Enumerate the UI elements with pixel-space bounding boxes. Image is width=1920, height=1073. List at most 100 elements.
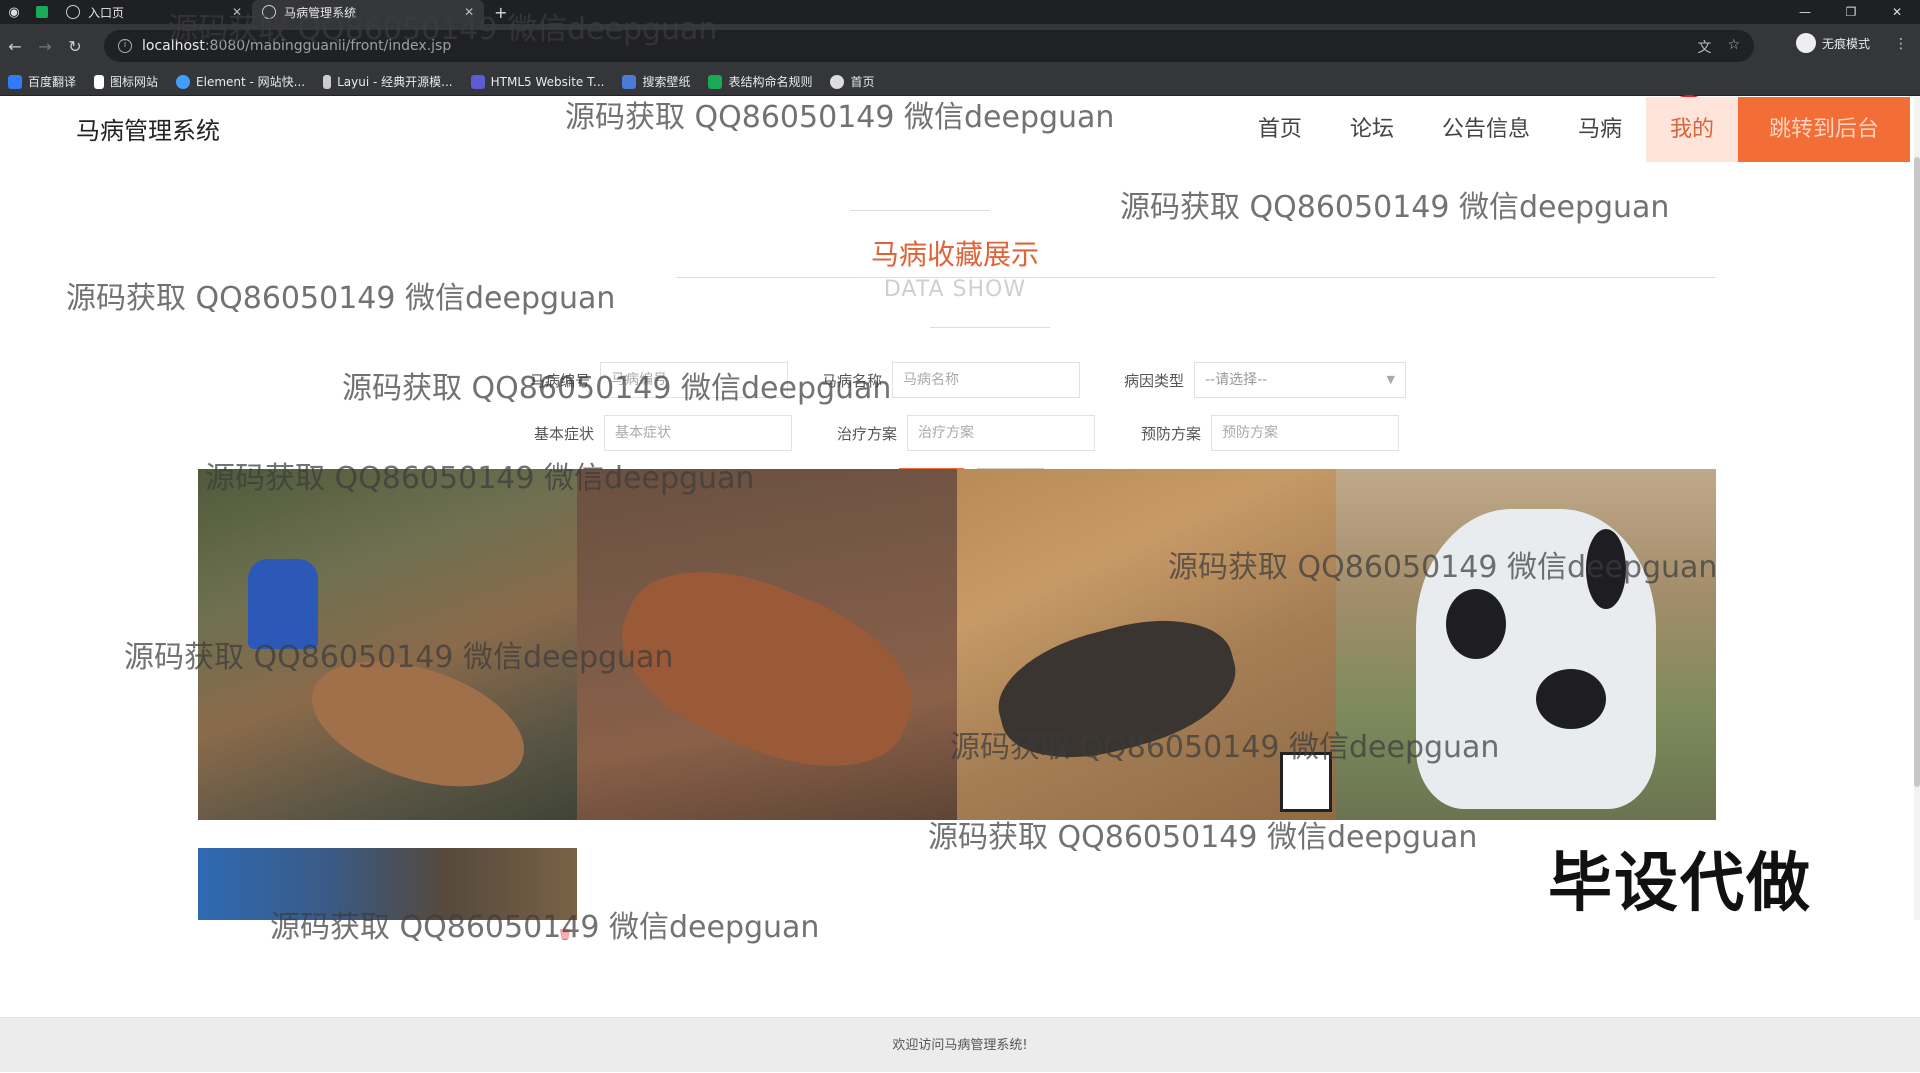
prevention-input[interactable]: 预防方案 [1211,415,1399,451]
cause-type-select[interactable]: --请选择-- ▼ [1194,362,1406,398]
incognito-label: 无痕模式 [1822,36,1871,51]
minimize-icon[interactable]: — [1782,0,1828,24]
bookmarks-bar: 百度翻译 图标网站 Element - 网站快... Layui - 经典开源模… [0,68,1920,96]
page-content: 马病管理系统 首页 论坛 公告信息 马病 我的 跳转到后台 马病收藏展示 DAT… [0,95,1920,1072]
nav-mine[interactable]: 我的 [1645,97,1738,162]
bookmark-label: HTML5 Website T... [490,74,605,89]
url-input[interactable]: i localhost:8080/mabingguanli/front/inde… [104,30,1754,62]
bookmark-label: 图标网站 [110,75,159,89]
bookmark-item[interactable]: 百度翻译 [8,73,76,90]
globe-icon [830,74,845,89]
field-label: 病因类型 [1123,371,1184,390]
horse-shape [597,538,937,800]
html5-icon [470,74,485,89]
bookmark-item[interactable]: Element - 网站快... [176,73,305,90]
close-tab-icon[interactable]: ✕ [464,5,474,19]
tab-label: 入口页 [88,5,125,20]
bookmark-label: 搜索壁纸 [642,75,691,89]
horse-spot [1446,589,1506,659]
field-treatment: 治疗方案 治疗方案 [821,415,1095,451]
browser-menu-icon[interactable]: ◉ [0,0,28,24]
layui-icon [323,74,332,89]
close-window-icon[interactable]: ✕ [1874,0,1920,24]
bookmark-item[interactable]: 搜索壁纸 [622,73,690,90]
horse-spot [1536,669,1606,729]
browser-tab-strip: ◉ 入口页 ✕ 马病管理系统 ✕ + — ❐ ✕ [0,0,1920,24]
scrollbar-thumb[interactable] [1914,157,1920,787]
nav-notices[interactable]: 公告信息 [1418,97,1554,162]
field-label: 治疗方案 [836,424,897,443]
field-label: 基本症状 [533,424,594,443]
gallery-image[interactable] [198,469,577,820]
tab-entry[interactable]: 入口页 ✕ [56,0,252,24]
field-prevention: 预防方案 预防方案 [1125,415,1399,451]
admin-button[interactable]: 跳转到后台 [1738,97,1910,162]
section-heading: 马病收藏展示 DATA SHOW [820,215,1090,315]
horse-shape [296,637,540,811]
chevron-down-icon: ▼ [1386,373,1395,386]
new-tab-icon[interactable]: + [484,3,517,22]
gallery-image[interactable] [957,469,1336,820]
name-input[interactable]: 马病名称 [892,362,1080,398]
window-controls: — ❐ ✕ [1782,0,1920,24]
incognito-indicator[interactable]: 无痕模式 [1796,33,1870,53]
code-input[interactable]: 马病编号 [600,362,788,398]
field-label: 马病名称 [821,371,882,390]
forward-icon[interactable]: → [30,37,60,56]
bookmark-item[interactable]: 表结构命名规则 [708,73,812,90]
field-cause-type: 病因类型 --请选择-- ▼ [1108,362,1406,398]
field-symptoms: 基本症状 基本症状 [518,415,792,451]
flag-icon [94,74,105,89]
symptoms-input[interactable]: 基本症状 [604,415,792,451]
bookmark-label: 百度翻译 [28,75,77,89]
field-label: 预防方案 [1140,424,1201,443]
close-tab-icon[interactable]: ✕ [232,5,242,19]
page-scrollbar[interactable] [1914,97,1920,920]
incognito-icon [1796,33,1816,53]
globe-icon [262,5,277,19]
wallpaper-icon [622,74,637,89]
select-value: --请选择-- [1205,372,1268,388]
bookmark-label: Layui - 经典开源模... [337,75,453,89]
field-label: 马病编号 [529,371,590,390]
treatment-input[interactable]: 治疗方案 [907,415,1095,451]
bookmark-item[interactable]: Layui - 经典开源模... [323,73,453,90]
person-shape [248,559,318,649]
qr-code-icon [1280,752,1332,812]
nav-home[interactable]: 首页 [1234,97,1326,162]
tab-active[interactable]: 马病管理系统 ✕ [252,0,485,24]
restore-icon[interactable]: ❐ [1828,0,1874,24]
site-title: 马病管理系统 [76,117,220,145]
bookmark-label: 首页 [850,75,875,89]
bookmark-label: 表结构命名规则 [728,75,813,89]
section-subtitle: DATA SHOW [883,277,1027,302]
nav-horse-disease[interactable]: 马病 [1554,97,1646,162]
sheet-icon [708,74,723,89]
element-icon [176,74,191,89]
gallery-image[interactable] [577,469,957,820]
delete-icon[interactable]: 🗑 [558,928,572,941]
bookmark-star-icon[interactable]: ☆ [1727,37,1740,57]
field-code: 马病编号 马病编号 [514,362,788,398]
horse-spot [1586,529,1626,609]
more-menu-icon[interactable]: ⋮ [1894,36,1908,52]
gallery-image[interactable] [1336,469,1716,820]
info-icon[interactable]: i [118,39,132,53]
translate-icon[interactable]: 文 [1697,37,1711,57]
tab-label: 马病管理系统 [284,5,357,20]
translate-bookmark-icon [8,74,22,89]
bookmark-item[interactable]: 首页 [830,73,875,90]
bookmark-item[interactable]: HTML5 Website T... [470,74,605,89]
back-icon[interactable]: ← [0,37,30,56]
bookmark-item[interactable]: 图标网站 [94,73,158,90]
divider-line [850,210,990,211]
horse-shape [985,599,1249,779]
gallery-image[interactable] [198,848,577,920]
reload-icon[interactable]: ↻ [60,37,90,56]
field-name: 马病名称 马病名称 [806,362,1080,398]
nav-forum[interactable]: 论坛 [1326,97,1418,162]
top-navigation: 首页 论坛 公告信息 马病 我的 跳转到后台 [1234,97,1910,162]
pinned-tab-icon[interactable] [28,0,56,24]
globe-icon [66,5,80,19]
promo-text: 毕设代做 [1548,847,1812,921]
